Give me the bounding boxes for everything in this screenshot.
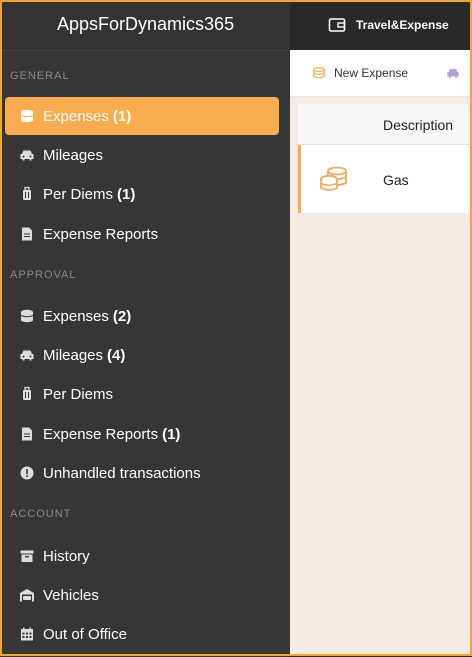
sidebar-item-count: (2) <box>112 307 132 325</box>
row-description: Gas <box>383 172 409 188</box>
sidebar-item-vehicles[interactable]: Vehicles <box>5 576 279 614</box>
coins-icon <box>319 165 349 193</box>
brand-title: AppsForDynamics365 <box>57 14 235 34</box>
new-expense-label: New Expense <box>334 66 409 80</box>
expenses-table: Description Gas <box>298 104 472 213</box>
sidebar-item-label: Expense Reports <box>43 225 159 243</box>
sidebar-item-expenses[interactable]: Expenses (1) <box>5 97 279 135</box>
car-icon <box>447 69 459 78</box>
sidebar-item-label: Unhandled transactions <box>43 464 201 482</box>
sidebar-item-label: Out of Office <box>43 625 127 643</box>
main-content: New Expense Description Gas <box>290 50 472 656</box>
sidebar-item-label: Per Diems <box>43 185 114 203</box>
wallet-icon <box>328 16 346 34</box>
section-label-approval: APPROVAL <box>10 269 77 281</box>
sidebar-item-count: (1) <box>162 425 181 443</box>
new-mileage-button[interactable] <box>446 50 468 96</box>
column-header-description[interactable]: Description <box>383 117 453 133</box>
exclamation-circle-icon <box>19 465 35 481</box>
suitcase-icon <box>19 186 35 202</box>
sidebar-item-count: (1) <box>112 107 132 125</box>
sidebar-item-approval-per-diems[interactable]: Per Diems <box>5 375 279 413</box>
coins-icon <box>313 66 325 79</box>
sidebar-item-approval-mileages[interactable]: Mileages (4) <box>5 336 279 374</box>
sidebar-item-label: Expense Reports <box>43 425 159 443</box>
coins-icon <box>19 108 35 124</box>
coins-icon <box>19 308 35 324</box>
new-expense-button[interactable]: New Expense <box>312 50 408 96</box>
garage-icon <box>19 587 35 603</box>
top-bar: AppsForDynamics365 Travel&Expense <box>0 0 472 50</box>
sidebar-item-label: History <box>43 547 90 565</box>
sidebar-item-count: (4) <box>107 346 126 364</box>
toolbar: New Expense <box>290 50 472 97</box>
sidebar-item-label: Mileages <box>43 146 104 164</box>
document-icon <box>19 226 35 242</box>
sidebar-item-label: Per Diems <box>43 385 114 403</box>
module-label: Travel&Expense <box>356 18 449 32</box>
suitcase-icon <box>19 386 35 402</box>
sidebar-item-approval-expenses[interactable]: Expenses (2) <box>5 297 279 335</box>
section-label-account: ACCOUNT <box>10 508 72 520</box>
table-row[interactable]: Gas <box>298 145 472 213</box>
sidebar-item-label: Expenses <box>43 307 109 325</box>
section-label-general: GENERAL <box>10 70 70 82</box>
document-icon <box>19 426 35 442</box>
sidebar-item-approval-expense-reports[interactable]: Expense Reports (1) <box>5 415 279 453</box>
sidebar-item-label: Mileages <box>43 346 104 364</box>
sidebar-item-mileages[interactable]: Mileages <box>5 136 279 174</box>
archive-icon <box>19 548 35 564</box>
table-header: Description <box>298 104 472 145</box>
sidebar-item-history[interactable]: History <box>5 537 279 575</box>
sidebar-item-label: Expenses <box>43 107 109 125</box>
car-icon <box>19 147 35 163</box>
calendar-icon <box>19 626 35 642</box>
sidebar-item-count: (1) <box>117 185 136 203</box>
sidebar-item-expense-reports[interactable]: Expense Reports <box>5 215 279 253</box>
sidebar-item-per-diems[interactable]: Per Diems (1) <box>5 175 279 213</box>
sidebar-item-unhandled-transactions[interactable]: Unhandled transactions <box>5 454 279 492</box>
car-icon <box>19 347 35 363</box>
sidebar: GENERAL Expenses (1) Mileages Per Diems … <box>0 50 290 657</box>
module-tab-travel-expense[interactable]: Travel&Expense <box>290 0 472 50</box>
sidebar-item-out-of-office[interactable]: Out of Office <box>5 615 279 653</box>
sidebar-item-label: Vehicles <box>43 586 99 604</box>
